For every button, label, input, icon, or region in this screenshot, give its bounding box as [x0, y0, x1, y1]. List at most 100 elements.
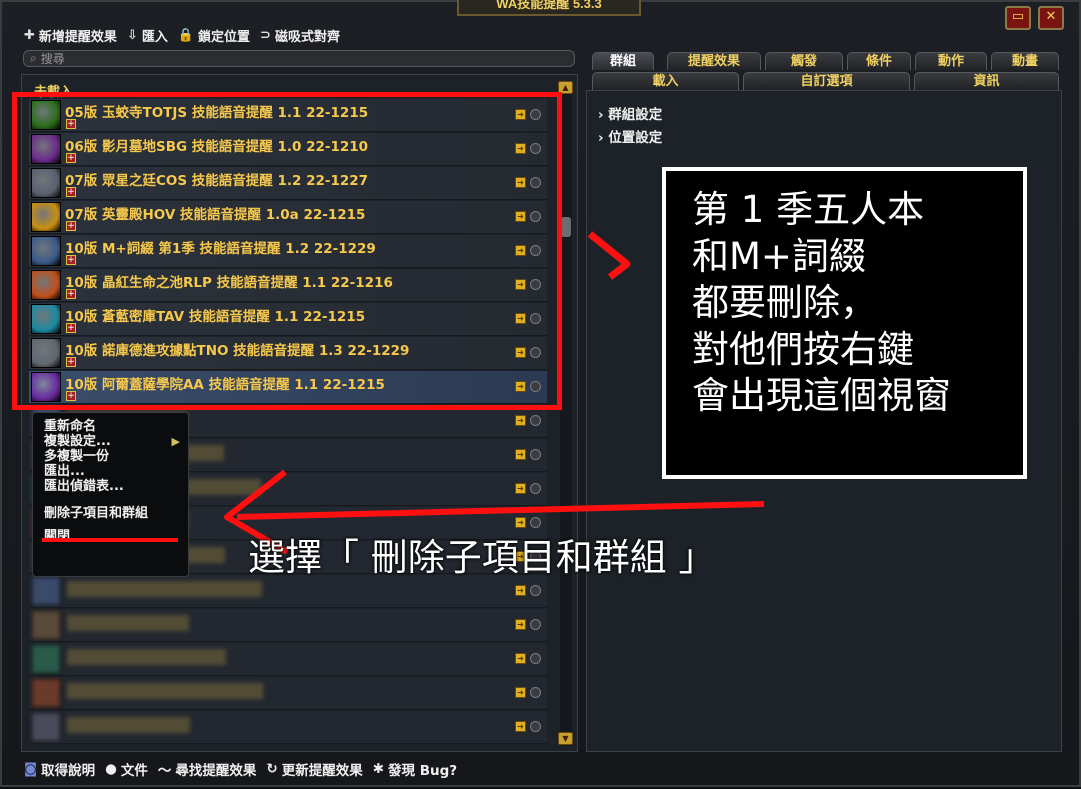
annotation-highlight-box [12, 92, 562, 410]
menu-item-export-debug[interactable]: 匯出偵錯表... [44, 479, 180, 494]
menu-item-delete-children-and-group[interactable]: 刪除子項目和群組 [44, 506, 180, 521]
menu-item-export[interactable]: 匯出... [44, 464, 180, 479]
annotation-line: 都要刪除， [692, 281, 877, 324]
group-arrow-icon[interactable]: ➜ [515, 585, 526, 596]
docs-link[interactable]: ● 文件 [105, 759, 148, 779]
chevron-right-icon: › [598, 130, 604, 146]
group-arrow-icon[interactable]: ➜ [515, 449, 526, 460]
close-button[interactable]: ✕ [1038, 6, 1064, 30]
annotation-line: 和M+詞綴 [692, 234, 866, 278]
chevron-right-icon: › [598, 107, 604, 123]
tab-load[interactable]: 載入 [592, 72, 739, 90]
obscured-aura-row[interactable]: ➜ [29, 643, 547, 676]
tab-conditions[interactable]: 條件 [847, 52, 911, 70]
minimize-icon: ▭ [1011, 9, 1025, 24]
menu-item-rename[interactable]: 重新命名 [44, 419, 180, 434]
position-settings-label: 位置設定 [608, 130, 663, 146]
aura-icon [31, 678, 61, 708]
get-help-label: 取得說明 [41, 763, 96, 779]
docs-label: 文件 [120, 763, 148, 779]
group-arrow-icon[interactable]: ➜ [515, 483, 526, 494]
annotation-text-box: 第 1 季五人本 和M+詞綴 都要刪除， 對他們按右鍵 會出現這個視窗 [662, 167, 1027, 479]
bug-icon: ✱ [372, 761, 385, 777]
toolbar: ✚ 新增提醒效果 ⇩ 匯入 🔒 鎖定位置 ⊃ 磁吸式對齊 [24, 26, 340, 45]
tab-information[interactable]: 資訊 [914, 72, 1059, 90]
get-help-link[interactable]: ◙ 取得說明 [24, 759, 95, 779]
obscured-aura-row[interactable]: ➜ [29, 609, 547, 642]
obscured-aura-row[interactable]: ➜ [29, 711, 547, 744]
tab-custom-options[interactable]: 自訂選項 [743, 72, 910, 90]
annotation-underline [42, 538, 178, 542]
obscured-text [67, 581, 262, 597]
visibility-toggle-icon[interactable] [530, 653, 541, 664]
plus-icon: ✚ [24, 27, 35, 43]
group-arrow-icon[interactable]: ➜ [515, 653, 526, 664]
aura-icon [31, 644, 61, 674]
obscured-text [67, 683, 263, 699]
import-icon: ⇩ [126, 27, 138, 43]
weakauras-window: WA技能提醒 5.3.3 ▭ ✕ ✚ 新增提醒效果 ⇩ 匯入 🔒 鎖定位置 ⊃ … [0, 0, 1081, 787]
menu-item-duplicate[interactable]: 多複製一份 [44, 449, 180, 464]
context-menu: 重新命名 複製設定... ▶ 多複製一份 匯出... 匯出偵錯表... 刪除子項… [32, 412, 189, 577]
group-arrow-icon[interactable]: ➜ [515, 415, 526, 426]
lock-icon: 🔒 [177, 27, 195, 43]
report-bug-link[interactable]: ✱ 發現 Bug? [373, 759, 457, 779]
search-icon: ⌕ [30, 51, 37, 65]
aura-icon [31, 712, 61, 742]
report-bug-label: 發現 Bug? [388, 763, 458, 779]
row-controls: ➜ [515, 721, 541, 732]
new-aura-button[interactable]: ✚ 新增提醒效果 [24, 26, 117, 45]
annotation-line: 對他們按右鍵 [692, 327, 914, 371]
aura-icon [31, 610, 61, 640]
position-settings-expander[interactable]: › 位置設定 [598, 126, 662, 146]
magnet-icon: ⊃ [260, 27, 271, 43]
visibility-toggle-icon[interactable] [530, 449, 541, 460]
scroll-down-button[interactable]: ▼ [558, 732, 573, 745]
menu-item-copy-settings-label: 複製設定... [44, 434, 111, 449]
visibility-toggle-icon[interactable] [530, 585, 541, 596]
tab-animations[interactable]: 動畫 [991, 52, 1059, 70]
refresh-icon: ↻ [266, 761, 278, 777]
discord-icon: ◙ [24, 761, 38, 777]
search-input[interactable]: ⌕ 搜尋 [23, 50, 575, 67]
tab-trigger[interactable]: 觸發 [765, 52, 843, 70]
github-icon: ● [105, 761, 117, 777]
visibility-toggle-icon[interactable] [530, 483, 541, 494]
tab-actions[interactable]: 動作 [915, 52, 987, 70]
group-arrow-icon[interactable]: ➜ [515, 619, 526, 630]
group-arrow-icon[interactable]: ➜ [515, 721, 526, 732]
magnetic-align-label: 磁吸式對齊 [274, 29, 340, 45]
footer-links: ◙ 取得說明 ● 文件 〜 尋找提醒效果 ↻ 更新提醒效果 ✱ 發現 Bug? [24, 759, 457, 779]
lock-position-button[interactable]: 🔒 鎖定位置 [177, 26, 250, 45]
visibility-toggle-icon[interactable] [530, 619, 541, 630]
search-placeholder: 搜尋 [40, 52, 65, 66]
visibility-toggle-icon[interactable] [530, 415, 541, 426]
menu-item-copy-settings[interactable]: 複製設定... ▶ [44, 434, 180, 449]
row-controls: ➜ [515, 619, 541, 630]
aura-icon [31, 576, 61, 606]
row-controls: ➜ [515, 687, 541, 698]
new-aura-label: 新增提醒效果 [38, 29, 117, 45]
update-auras-link[interactable]: ↻ 更新提醒效果 [266, 759, 362, 779]
annotation-line: 會出現這個視窗 [692, 374, 951, 417]
obscured-text [67, 615, 189, 631]
submenu-arrow-icon: ▶ [171, 435, 180, 448]
magnetic-align-button[interactable]: ⊃ 磁吸式對齊 [260, 26, 340, 45]
annotation-line: 第 1 季五人本 [692, 188, 925, 231]
scrollbar-thumb[interactable] [561, 217, 571, 237]
tab-group[interactable]: 群組 [592, 52, 654, 70]
row-controls: ➜ [515, 585, 541, 596]
tab-auras[interactable]: 提醒效果 [667, 52, 761, 70]
window-title: WA技能提醒 5.3.3 [457, 0, 641, 16]
obscured-aura-row[interactable]: ➜ [29, 677, 547, 710]
minimize-button[interactable]: ▭ [1005, 6, 1031, 30]
update-auras-label: 更新提醒效果 [281, 763, 363, 779]
find-auras-link[interactable]: 〜 尋找提醒效果 [158, 759, 257, 779]
wago-icon: 〜 [157, 763, 172, 779]
import-button[interactable]: ⇩ 匯入 [126, 26, 168, 45]
visibility-toggle-icon[interactable] [530, 687, 541, 698]
obscured-text [67, 649, 226, 665]
group-arrow-icon[interactable]: ➜ [515, 687, 526, 698]
visibility-toggle-icon[interactable] [530, 721, 541, 732]
group-settings-expander[interactable]: › 群組設定 [598, 103, 662, 123]
